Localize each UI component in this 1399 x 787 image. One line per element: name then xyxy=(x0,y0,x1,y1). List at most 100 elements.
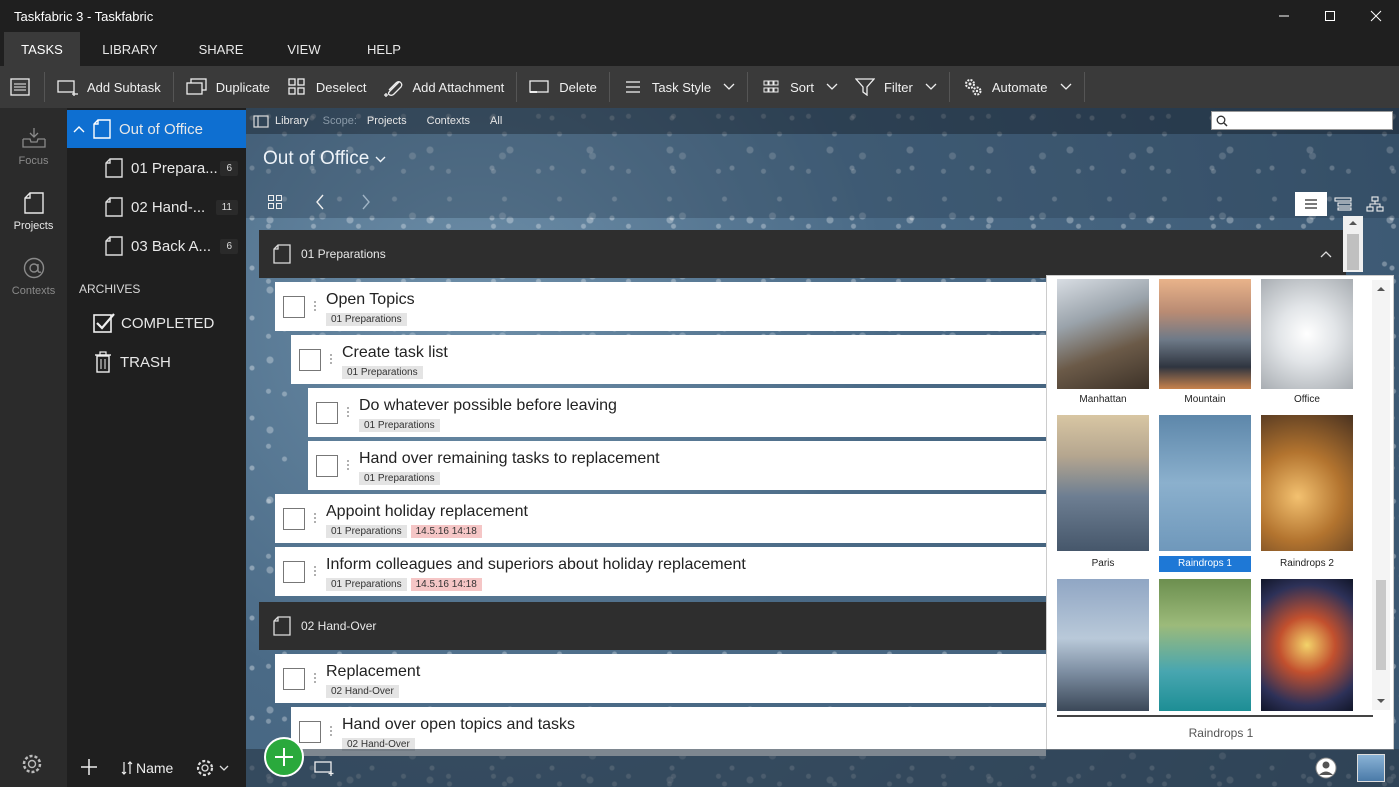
background-thumbnail-pier[interactable] xyxy=(1057,579,1149,711)
add-subtask-button[interactable]: Add Subtask xyxy=(49,66,169,108)
grid-view-button[interactable] xyxy=(266,192,284,212)
count-badge: 6 xyxy=(220,238,238,254)
task-title: Open Topics xyxy=(326,291,415,308)
scroll-up-icon xyxy=(1349,221,1357,225)
toolbar-divider xyxy=(172,72,174,102)
background-caption: Office xyxy=(1294,394,1320,405)
background-thumbnail-manhattan[interactable] xyxy=(1057,279,1149,389)
settings-button[interactable] xyxy=(20,752,44,779)
drag-handle[interactable] xyxy=(313,300,317,312)
details-button[interactable] xyxy=(0,66,40,108)
project-out-of-office[interactable]: Out of Office xyxy=(67,110,246,148)
duplicate-button[interactable]: Duplicate xyxy=(178,66,278,108)
maximize-button[interactable] xyxy=(1307,0,1353,32)
rail-focus[interactable]: Focus xyxy=(0,116,67,178)
toolbar-divider xyxy=(608,72,610,102)
background-thumbnail-raindrops-2[interactable] xyxy=(1261,415,1353,551)
grid-icon xyxy=(268,195,282,209)
task-checkbox[interactable] xyxy=(316,455,338,477)
tab-view[interactable]: VIEW xyxy=(262,32,346,66)
project-name: Out of Office xyxy=(119,120,203,138)
filter-dropdown[interactable]: Filter xyxy=(846,66,945,108)
task-checkbox[interactable] xyxy=(316,402,338,424)
background-thumbnail-office[interactable] xyxy=(1261,279,1353,389)
add-task-button[interactable] xyxy=(264,737,304,777)
background-thumbnail-mountain[interactable] xyxy=(1159,279,1251,389)
task-list-scrollbar[interactable] xyxy=(1343,216,1363,272)
drag-handle[interactable] xyxy=(313,565,317,577)
task-row[interactable]: Do whatever possible before leaving 01 P… xyxy=(308,388,1046,437)
add-attachment-button[interactable]: Add Attachment xyxy=(375,66,513,108)
delete-button[interactable]: Delete xyxy=(521,66,605,108)
rail-contexts-label: Contexts xyxy=(11,285,56,297)
drag-handle[interactable] xyxy=(329,353,333,365)
add-subtask-quick-button[interactable] xyxy=(314,759,336,780)
background-toggle-button[interactable] xyxy=(1357,754,1385,782)
project-title-dropdown[interactable]: Out of Office xyxy=(263,148,386,170)
scope-all[interactable]: All xyxy=(490,115,502,127)
task-checkbox[interactable] xyxy=(299,721,321,743)
background-thumbnail-lagoon[interactable] xyxy=(1159,579,1251,711)
drag-handle[interactable] xyxy=(313,512,317,524)
scope-contexts[interactable]: Contexts xyxy=(427,115,470,127)
background-thumbnail-paris[interactable] xyxy=(1057,415,1149,551)
project-item[interactable]: 01 Prepara... 6 xyxy=(67,149,246,187)
task-row[interactable]: Create task list 01 Preparations xyxy=(291,335,1046,384)
task-style-dropdown[interactable]: Task Style xyxy=(614,66,743,108)
task-checkbox[interactable] xyxy=(283,668,305,690)
tab-help[interactable]: HELP xyxy=(346,32,422,66)
project-tag: 01 Preparations xyxy=(359,419,440,432)
task-title: Inform colleagues and superiors about ho… xyxy=(326,556,746,573)
forward-button[interactable] xyxy=(358,192,374,212)
scrollbar-thumb[interactable] xyxy=(1347,234,1359,270)
sort-by-name-button[interactable]: Name xyxy=(121,760,173,776)
drag-handle[interactable] xyxy=(346,459,350,471)
group-title: 02 Hand-Over xyxy=(301,619,377,633)
tab-tasks[interactable]: TASKS xyxy=(4,32,80,66)
task-checkbox[interactable] xyxy=(299,349,321,371)
archive-completed[interactable]: COMPLETED xyxy=(67,304,246,342)
tab-share[interactable]: SHARE xyxy=(180,32,262,66)
picker-scrollbar[interactable] xyxy=(1372,280,1390,710)
sort-label: Sort xyxy=(790,79,814,95)
task-row[interactable]: Hand over remaining tasks to replacement… xyxy=(308,441,1046,490)
sort-dropdown[interactable]: Sort xyxy=(752,66,846,108)
project-item[interactable]: 03 Back A... 6 xyxy=(67,227,246,265)
completed-label: COMPLETED xyxy=(121,314,215,332)
tab-library[interactable]: LIBRARY xyxy=(80,32,180,66)
background-thumbnail-city-lights[interactable] xyxy=(1261,579,1353,711)
task-row[interactable]: Open Topics 01 Preparations xyxy=(275,282,1046,331)
drag-handle[interactable] xyxy=(329,725,333,737)
task-row[interactable]: Inform colleagues and superiors about ho… xyxy=(275,547,1046,596)
task-row[interactable]: Appoint holiday replacement 01 Preparati… xyxy=(275,494,1046,543)
scope-projects[interactable]: Projects xyxy=(367,115,407,127)
task-checkbox[interactable] xyxy=(283,296,305,318)
minimize-button[interactable] xyxy=(1261,0,1307,32)
task-row[interactable]: Replacement 02 Hand-Over xyxy=(275,654,1046,703)
project-item[interactable]: 02 Hand-... 11 xyxy=(67,188,246,226)
back-button[interactable] xyxy=(312,192,328,212)
background-thumbnail-raindrops-1[interactable] xyxy=(1159,415,1251,551)
outline-view-button[interactable] xyxy=(1327,192,1359,216)
close-button[interactable] xyxy=(1353,0,1399,32)
account-button[interactable] xyxy=(1315,757,1337,782)
archive-trash[interactable]: TRASH xyxy=(67,343,246,381)
add-project-button[interactable] xyxy=(79,757,99,780)
list-view-button[interactable] xyxy=(1295,192,1327,216)
task-checkbox[interactable] xyxy=(283,561,305,583)
search-input[interactable] xyxy=(1232,113,1392,128)
rail-contexts[interactable]: Contexts xyxy=(0,246,67,308)
project-name: 01 Prepara... xyxy=(131,159,218,177)
drag-handle[interactable] xyxy=(313,672,317,684)
task-checkbox[interactable] xyxy=(283,508,305,530)
drag-handle[interactable] xyxy=(346,406,350,418)
main-content: Library Scope: Projects Contexts All Out… xyxy=(246,108,1399,787)
scope-library-link[interactable]: Library xyxy=(275,115,309,127)
project-settings-dropdown[interactable] xyxy=(195,758,229,778)
mindmap-view-button[interactable] xyxy=(1359,192,1391,216)
automate-dropdown[interactable]: Automate xyxy=(954,66,1080,108)
group-header[interactable]: 01 Preparations xyxy=(259,230,1346,278)
scrollbar-thumb[interactable] xyxy=(1376,580,1386,670)
rail-projects[interactable]: Projects xyxy=(0,181,67,243)
deselect-button[interactable]: Deselect xyxy=(278,66,375,108)
